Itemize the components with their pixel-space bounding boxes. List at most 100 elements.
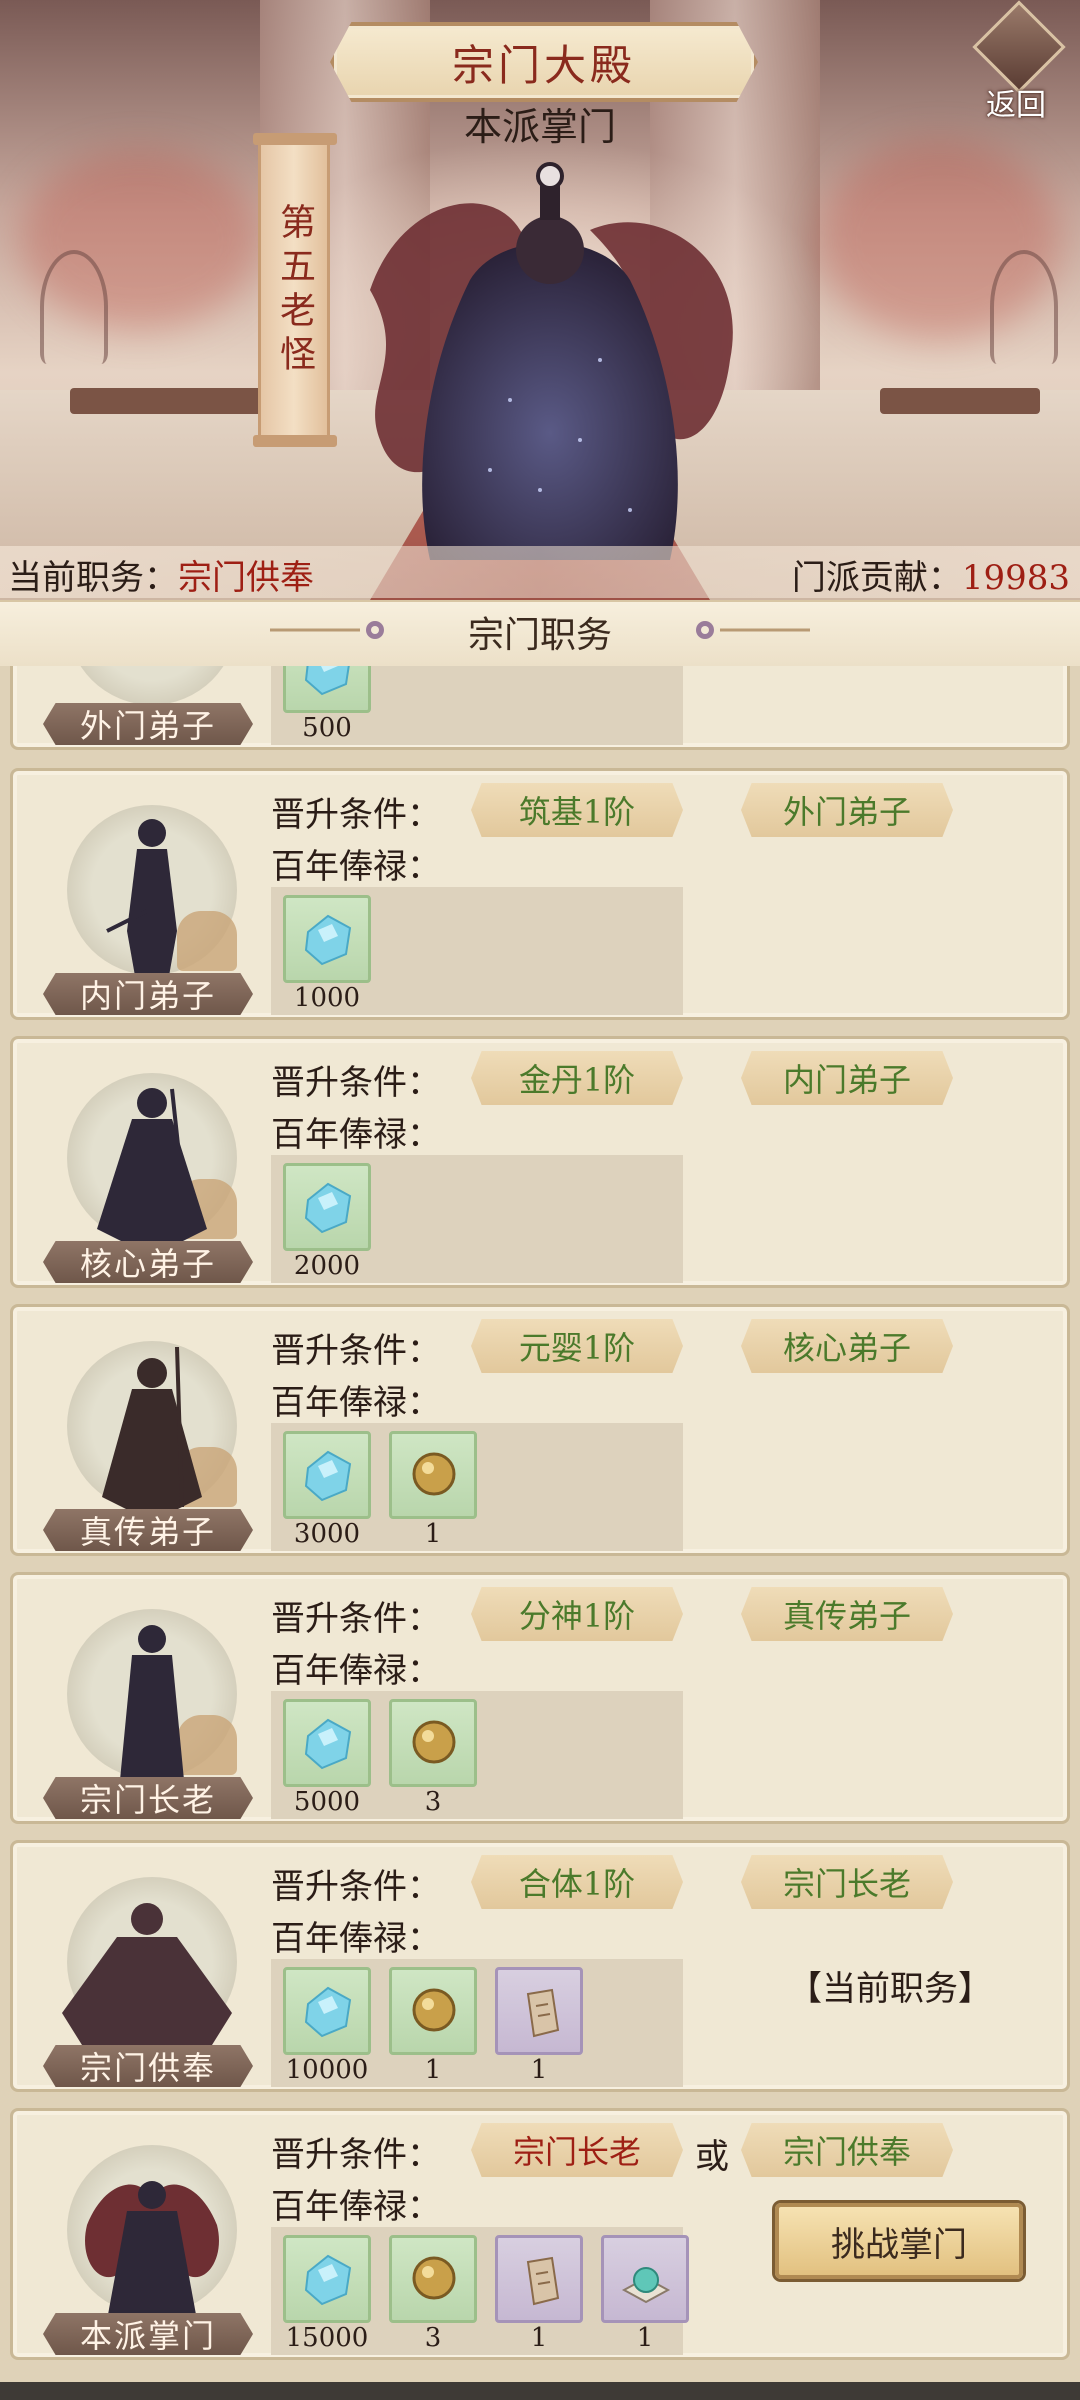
crane-statue: [990, 250, 1058, 364]
master-name-banner: 第五老怪: [253, 133, 337, 447]
rank-name-plate: 真传弟子: [43, 1509, 253, 1551]
salary-label: 百年俸禄：: [271, 1115, 441, 1155]
reward-quantity: 2000: [293, 1251, 361, 1281]
portrait-halo: [67, 666, 237, 705]
elder-silhouette-icon: [120, 1625, 184, 1780]
spirit-stone-icon: [304, 1986, 352, 2038]
spirit-stone-icon: [304, 1718, 352, 1770]
master-title: 本派掌门: [463, 105, 616, 149]
rank-name-plate: 宗门供奉: [43, 2045, 253, 2087]
rank-name-plate: 外门弟子: [43, 703, 253, 745]
promotion-condition-label: 晋升条件：: [271, 795, 441, 835]
reward-item-golden-orb[interactable]: [389, 2235, 477, 2323]
reward-item-golden-orb[interactable]: [389, 1967, 477, 2055]
rank-row-inner-disciple: 内门弟子 晋升条件： 筑基1阶 外门弟子 百年俸禄： 1000: [10, 768, 1070, 1020]
spirit-stone-icon: [304, 1450, 352, 1502]
token-icon: [526, 2256, 560, 2306]
rank-name: 内门弟子: [79, 977, 216, 1015]
reward-quantity: 1: [424, 1519, 442, 1549]
rank-row-outer-disciple: 外门弟子 500: [10, 666, 1070, 750]
rank-portrait: 本派掌门: [37, 2131, 259, 2355]
requirement-rank-a: 宗门长老: [471, 2123, 683, 2177]
requirement-rank-b: 宗门供奉: [741, 2123, 953, 2177]
rank-list[interactable]: 外门弟子 500 内门弟子 晋升条件： 筑基1阶 外门弟子 百年俸禄： 1000…: [0, 666, 1080, 2400]
master-name: 第五老怪: [274, 203, 315, 379]
requirement-realm: 金丹1阶: [471, 1051, 683, 1105]
promotion-condition-label: 晋升条件：: [271, 2135, 441, 2175]
reward-item-spirit-stone[interactable]: [283, 895, 371, 983]
reward-item-token[interactable]: [495, 1967, 583, 2055]
rank-portrait: 宗门供奉: [37, 1863, 259, 2087]
disciple-silhouette-icon: [106, 819, 177, 976]
current-position-value: 宗门供奉: [178, 558, 314, 598]
reward-item-spirit-stone[interactable]: [283, 1431, 371, 1519]
rank-portrait: 核心弟子: [37, 1059, 259, 1283]
bottom-edge: [0, 2382, 1080, 2400]
current-position-label: 当前职务：: [8, 558, 178, 598]
salary-label: 百年俸禄：: [271, 847, 441, 887]
or-label: 或: [695, 2137, 729, 2177]
promotion-condition-label: 晋升条件：: [271, 1867, 441, 1907]
rank-name-plate: 核心弟子: [43, 1241, 253, 1283]
reward-quantity: 1: [530, 2055, 548, 2085]
reward-item-golden-orb[interactable]: [389, 1431, 477, 1519]
reward-quantity: 10000: [285, 2055, 369, 2085]
rank-portrait: 内门弟子: [37, 791, 259, 1015]
bench: [70, 388, 270, 414]
contribution-label: 门派贡献：: [791, 558, 962, 598]
requirement-realm: 分神1阶: [471, 1587, 683, 1641]
section-title: 宗门职务: [467, 615, 612, 656]
reward-item-jade-pearl[interactable]: [601, 2235, 689, 2323]
salary-label: 百年俸禄：: [271, 1919, 441, 1959]
reward-quantity: 1: [424, 2055, 442, 2085]
golden-orb-icon: [412, 1988, 456, 2032]
reward-item-spirit-stone[interactable]: [283, 666, 371, 713]
disciple-silhouette-icon: [102, 1347, 202, 1512]
rank-name-plate: 本派掌门: [43, 2313, 253, 2355]
requirement-previous-rank: 外门弟子: [741, 783, 953, 837]
requirement-realm: 合体1阶: [471, 1855, 683, 1909]
reward-item-spirit-stone[interactable]: [283, 1163, 371, 1251]
challenge-master-button[interactable]: 挑战掌门: [775, 2203, 1023, 2279]
golden-orb-icon: [412, 1720, 456, 1764]
jade-pearl-icon: [621, 2267, 671, 2304]
current-position-tag: 【当前职务】: [788, 1969, 992, 2009]
contribution-value: 19983: [961, 558, 1070, 598]
reward-item-spirit-stone[interactable]: [283, 1967, 371, 2055]
rank-name: 宗门供奉: [79, 2049, 216, 2087]
back-button[interactable]: 返回: [966, 0, 1066, 123]
reward-quantity: 1: [530, 2323, 548, 2353]
reward-item-golden-orb[interactable]: [389, 1699, 477, 1787]
spirit-stone-icon: [304, 1182, 352, 1234]
rank-portrait: 宗门长老: [37, 1595, 259, 1819]
reward-quantity: 3000: [293, 1519, 361, 1549]
reward-quantity: 3: [424, 1787, 442, 1817]
banner-cap: [253, 435, 337, 447]
reward-item-spirit-stone[interactable]: [283, 1699, 371, 1787]
rank-row-core-disciple: 核心弟子 晋升条件： 金丹1阶 内门弟子 百年俸禄： 2000: [10, 1036, 1070, 1288]
rank-name: 外门弟子: [79, 707, 216, 745]
master-silhouette-icon: [85, 2181, 219, 2320]
rank-row-sect-elder: 宗门长老 晋升条件： 分神1阶 真传弟子 百年俸禄： 5000 3: [10, 1572, 1070, 1824]
golden-orb-icon: [412, 1452, 456, 1496]
requirement-previous-rank: 核心弟子: [741, 1319, 953, 1373]
page-title-plate: 宗门大殿: [330, 22, 758, 102]
back-button-label: 返回: [986, 88, 1046, 123]
reward-quantity: 5000: [293, 1787, 361, 1817]
rank-portrait: 外门弟子: [37, 666, 259, 745]
rank-portrait: 真传弟子: [37, 1327, 259, 1551]
bench: [880, 388, 1040, 414]
rank-row-sect-patron: 宗门供奉 晋升条件： 合体1阶 宗门长老 百年俸禄： 10000 1 1 【当前…: [10, 1840, 1070, 2092]
current-position: 当前职务：宗门供奉: [8, 550, 314, 599]
reward-item-token[interactable]: [495, 2235, 583, 2323]
rank-row-true-disciple: 真传弟子 晋升条件： 元婴1阶 核心弟子 百年俸禄： 3000 1: [10, 1304, 1070, 1556]
reward-item-spirit-stone[interactable]: [283, 2235, 371, 2323]
rank-name: 宗门长老: [79, 1781, 216, 1819]
golden-orb-icon: [412, 2256, 456, 2300]
banner-cap: [253, 133, 337, 145]
reward-quantity: 1: [636, 2323, 654, 2353]
token-icon: [526, 1988, 560, 2038]
salary-label: 百年俸禄：: [271, 1651, 441, 1691]
rank-name-plate: 内门弟子: [43, 973, 253, 1015]
spirit-stone-icon: [304, 914, 352, 966]
